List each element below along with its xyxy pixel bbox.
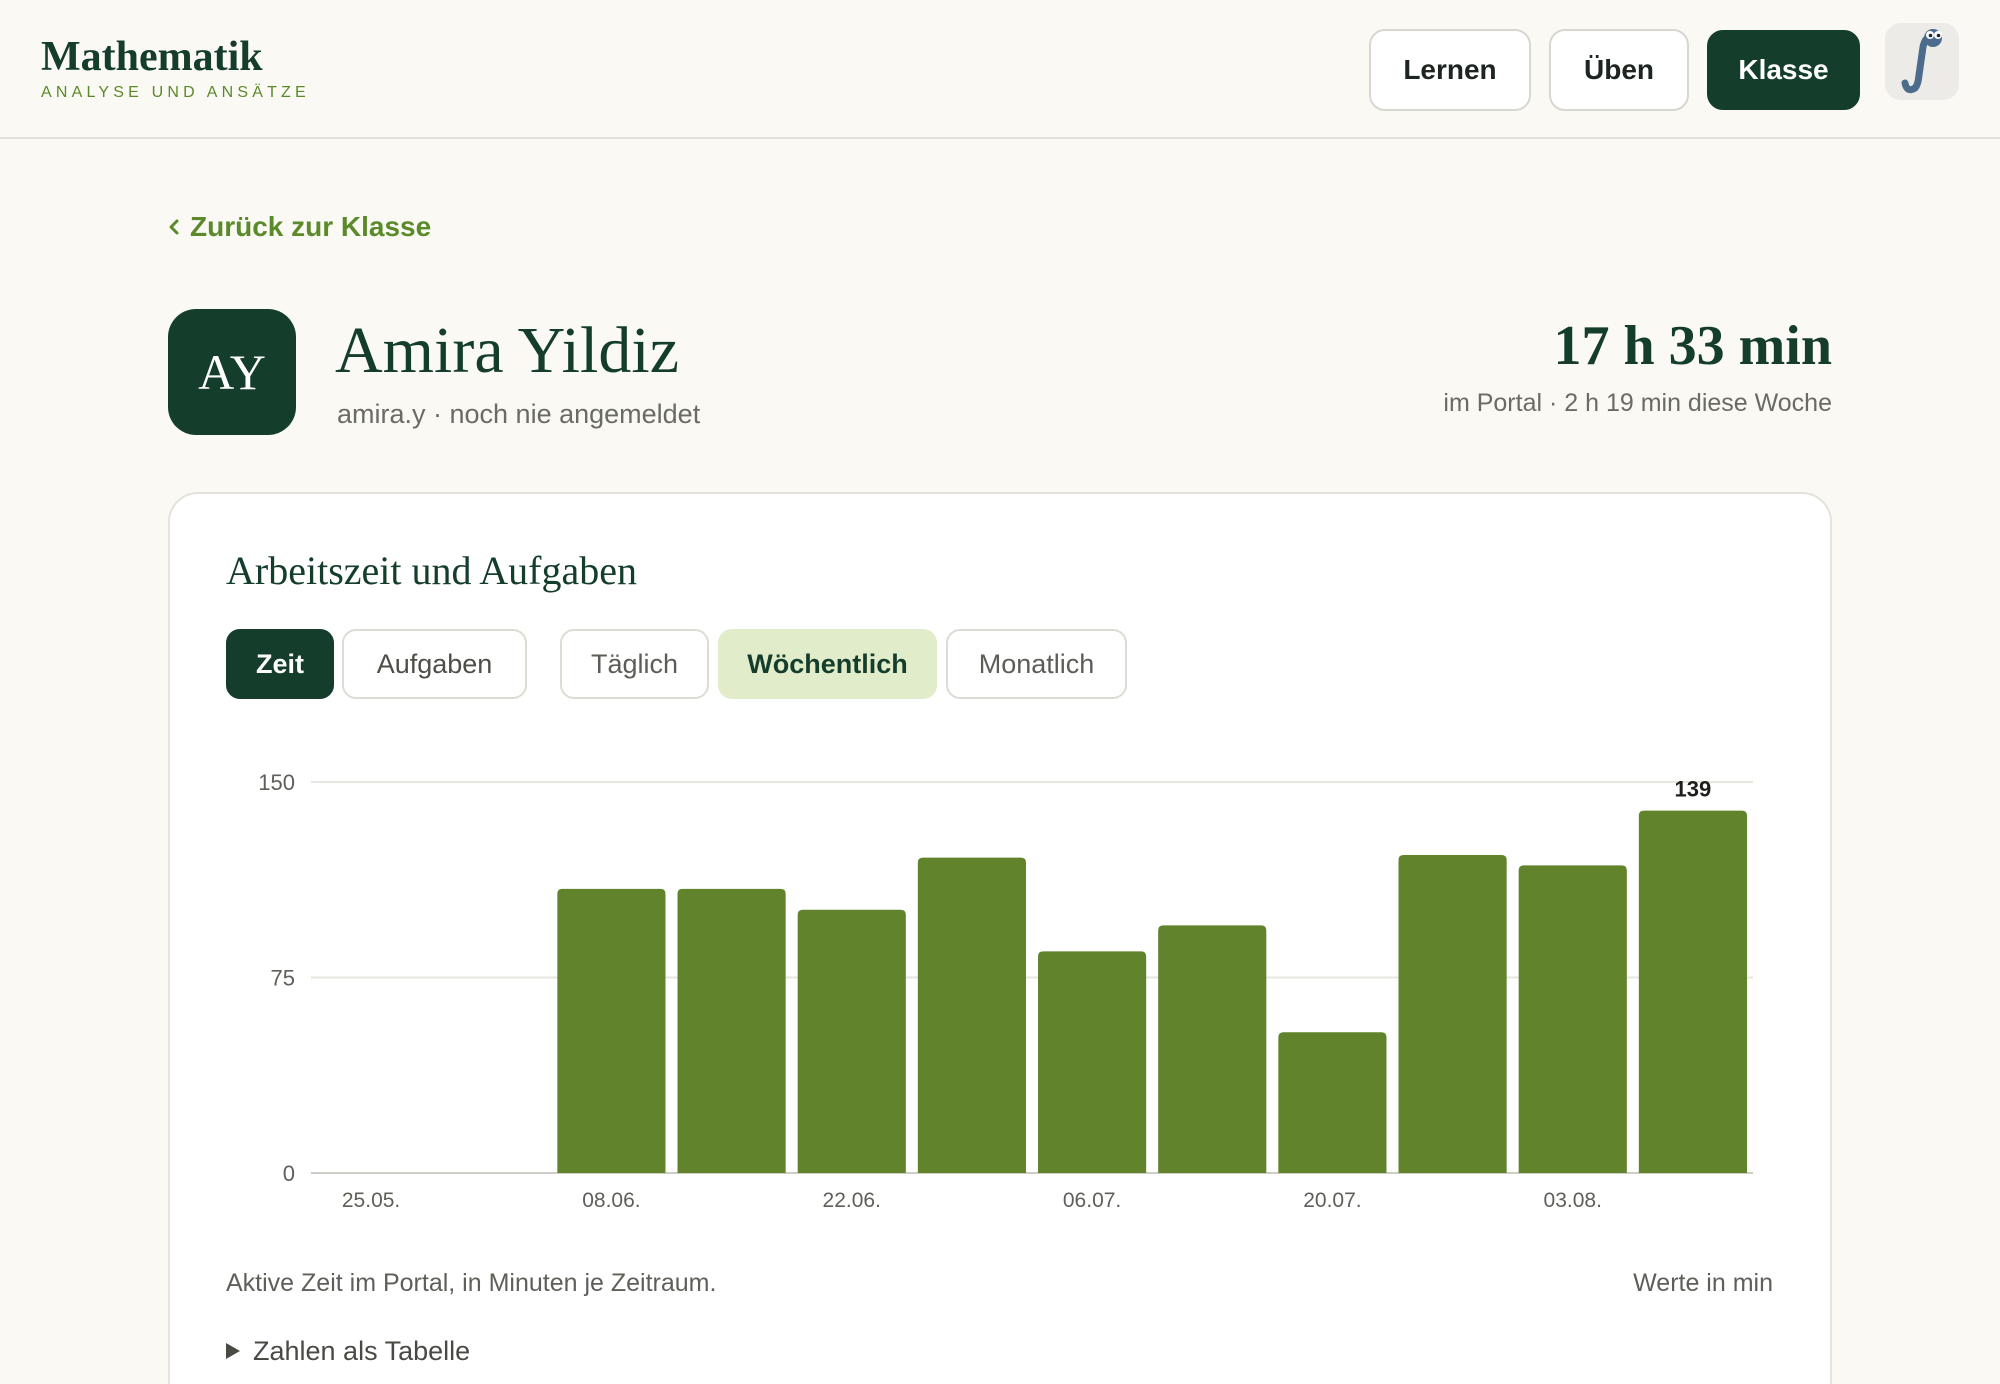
x-tick-label: 22.06. [823,1189,881,1212]
back-to-class-link[interactable]: Zurück zur Klasse [168,209,431,245]
bar [1398,854,1507,1173]
brand-subtitle: ANALYSE UND ANSÄTZE [41,84,310,101]
weekly-time-chart: 0 75 150 25.05. 08.06. 22.06. 06.07. 20.07. 03.0… [258,770,1753,1212]
top-bar: Mathematik ANALYSE UND ANSÄTZE Lernen Üb… [0,0,2000,139]
profile-button[interactable] [1885,23,1959,100]
bar [1518,865,1627,1173]
x-tick-label: 25.05. [342,1189,400,1212]
student-name: Amira Yildiz [335,314,679,387]
tab-woechentlich[interactable]: Wöchentlich [718,629,937,699]
table-toggle-label: Zahlen als Tabelle [253,1336,471,1366]
total-time: 17 h 33 min [1553,315,1833,377]
bar [1038,951,1147,1173]
y-tick-label: 0 [283,1161,295,1186]
data-label: 139 [1675,777,1712,802]
tab-aufgaben[interactable]: Aufgaben [342,629,527,699]
nav-klasse-button[interactable]: Klasse [1707,30,1860,110]
disclosure-triangle-icon [226,1343,240,1359]
card-title: Arbeitszeit und Aufgaben [226,548,637,593]
chevron-left-icon [169,219,179,235]
bar [677,888,786,1173]
brand-title[interactable]: Mathematik [41,35,263,79]
chart-caption: Aktive Zeit im Portal, in Minuten je Zei… [226,1269,717,1297]
unit-note: Werte in min [1633,1269,1773,1297]
y-tick-label: 150 [258,770,295,795]
student-meta: amira.y · noch nie angemeldet [337,399,701,429]
nav-lernen-button[interactable]: Lernen [1369,29,1531,111]
student-avatar: AY [168,309,296,435]
bar [797,909,906,1173]
bar [557,888,666,1173]
integral-mascot-icon [1901,29,1942,94]
bar [917,857,1026,1173]
tab-monatlich[interactable]: Monatlich [946,629,1127,699]
tab-zeit[interactable]: Zeit [226,629,334,699]
time-detail: im Portal · 2 h 19 min diese Woche [1443,389,1832,417]
back-link-label: Zurück zur Klasse [190,211,432,242]
student-initials: AY [198,344,266,400]
x-tick-label: 08.06. [582,1189,640,1212]
bar [1638,810,1747,1173]
bar [1158,925,1267,1173]
show-table-toggle[interactable]: Zahlen als Tabelle [226,1334,470,1368]
x-tick-label: 20.07. [1303,1189,1361,1212]
activity-card: Arbeitszeit und Aufgaben Zeit Aufgaben T… [168,492,1832,1384]
y-tick-label: 75 [271,966,295,991]
x-tick-label: 06.07. [1063,1189,1121,1212]
tab-taeglich[interactable]: Täglich [560,629,709,699]
bar [1278,1032,1387,1173]
nav-ueben-button[interactable]: Üben [1549,29,1689,111]
x-tick-label: 03.08. [1544,1189,1602,1212]
